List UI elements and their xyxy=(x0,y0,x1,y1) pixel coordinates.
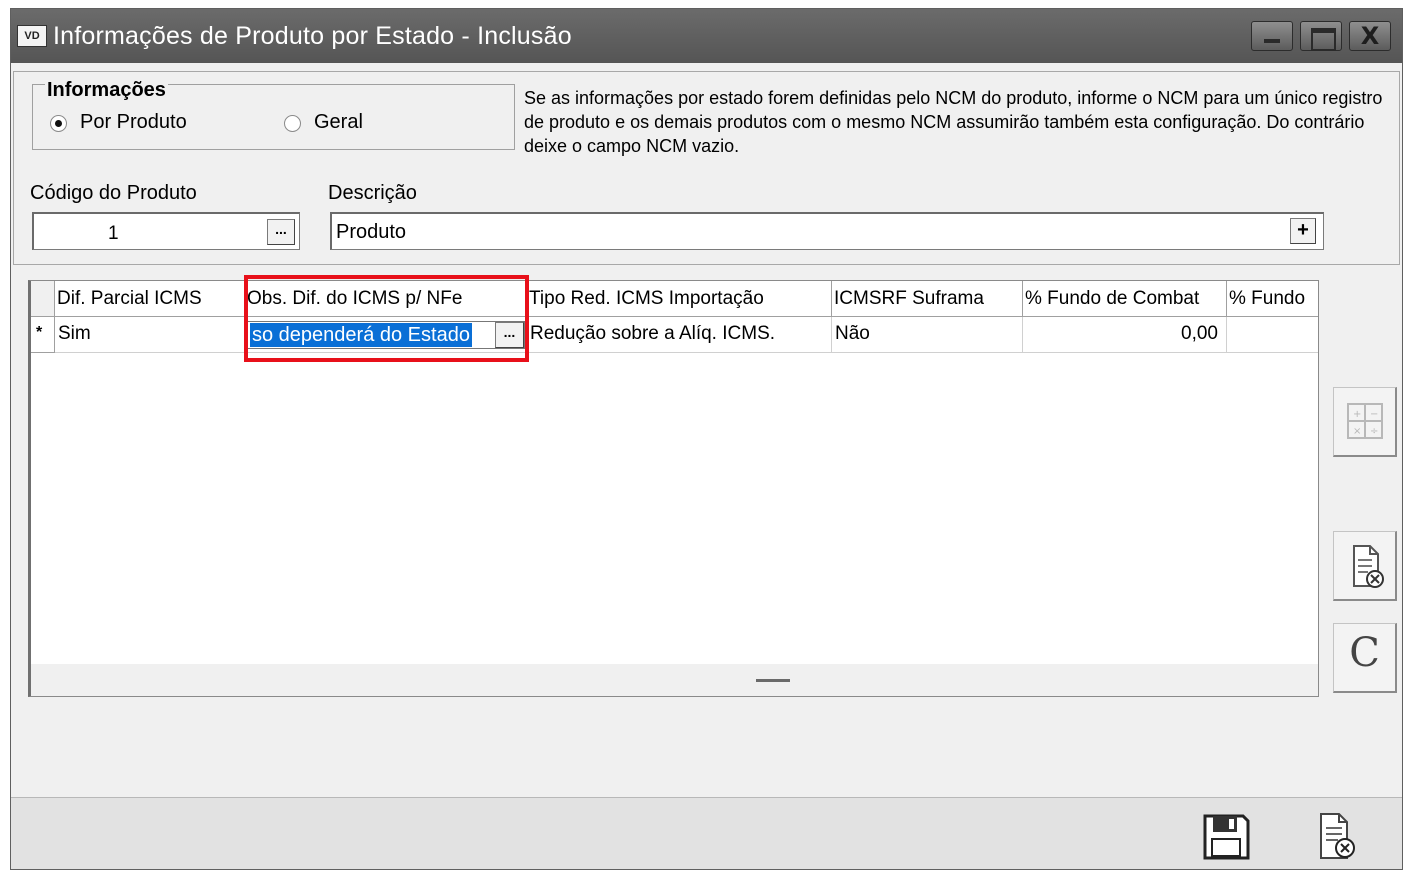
descricao-field[interactable]: Produto + xyxy=(330,212,1324,250)
minimize-button[interactable] xyxy=(1251,21,1293,51)
save-button[interactable] xyxy=(1201,812,1251,862)
maximize-button[interactable] xyxy=(1300,21,1342,51)
cell-suframa[interactable]: Não xyxy=(832,317,1023,353)
close-icon: X xyxy=(1360,22,1380,50)
title-bar[interactable]: VD Informações de Produto por Estado - I… xyxy=(11,9,1402,63)
radio-unchecked-icon xyxy=(284,115,301,132)
obs-dif-lookup-button[interactable]: ... xyxy=(495,322,524,348)
save-icon xyxy=(1203,814,1250,860)
radio-por-produto-label: Por Produto xyxy=(80,111,187,133)
grid-header: Dif. Parcial ICMS Obs. Dif. do ICMS p/ N… xyxy=(31,281,1318,317)
app-icon: VD xyxy=(17,25,47,47)
col-header-fundo[interactable]: % Fundo xyxy=(1227,281,1318,317)
svg-text:+: + xyxy=(1353,409,1361,420)
row-indicator: * xyxy=(31,317,55,353)
codigo-produto-value: 1 xyxy=(108,223,119,244)
scrollbar-thumb[interactable] xyxy=(756,679,790,682)
calculator-icon: + − × ÷ xyxy=(1347,403,1383,439)
top-panel: Informações Por Produto Geral Se as info… xyxy=(13,71,1400,265)
radio-geral-label: Geral xyxy=(314,111,363,133)
ncm-info-note: Se as informações por estado forem defin… xyxy=(524,88,1383,156)
svg-text:×: × xyxy=(1353,426,1361,437)
window-title: Informações de Produto por Estado - Incl… xyxy=(53,22,572,50)
radio-por-produto[interactable]: Por Produto xyxy=(50,111,230,135)
col-header-suframa[interactable]: ICMSRF Suframa xyxy=(832,281,1023,317)
bottom-toolbar xyxy=(11,797,1402,869)
col-header-dif-parcial[interactable]: Dif. Parcial ICMS xyxy=(55,281,245,317)
svg-text:−: − xyxy=(1370,409,1378,420)
obs-dif-editor[interactable]: so dependerá do Estado ... xyxy=(247,321,525,349)
informacoes-legend: Informações xyxy=(45,79,168,102)
row-indicator-header xyxy=(31,281,55,317)
radio-geral[interactable]: Geral xyxy=(284,111,394,135)
dialog-window: VD Informações de Produto por Estado - I… xyxy=(10,8,1403,870)
codigo-produto-field[interactable]: 1 ... xyxy=(32,212,300,250)
col-header-fundo-combate[interactable]: % Fundo de Combat xyxy=(1023,281,1227,317)
calculator-button[interactable]: + − × ÷ xyxy=(1333,387,1397,457)
cell-tipo-red[interactable]: Redução sobre a Alíq. ICMS. xyxy=(527,317,832,353)
close-button[interactable]: X xyxy=(1349,21,1391,51)
codigo-produto-label: Código do Produto xyxy=(30,182,197,204)
svg-text:÷: ÷ xyxy=(1370,426,1378,437)
cancel-button[interactable] xyxy=(1311,810,1363,864)
descricao-plus-button[interactable]: + xyxy=(1290,218,1316,244)
delete-row-button[interactable] xyxy=(1333,531,1397,601)
table-row[interactable]: * Sim Redução sobre a Alíq. ICMS. Não 0,… xyxy=(31,317,1318,353)
descricao-value: Produto xyxy=(336,221,407,243)
grid-horizontal-scrollbar[interactable] xyxy=(31,664,1318,696)
cell-fundo-combate[interactable]: 0,00 xyxy=(1023,317,1227,353)
descricao-label: Descrição xyxy=(328,182,417,204)
col-header-obs-dif[interactable]: Obs. Dif. do ICMS p/ NFe xyxy=(245,281,527,317)
col-header-tipo-red[interactable]: Tipo Red. ICMS Importação xyxy=(527,281,832,317)
cell-dif-parcial[interactable]: Sim xyxy=(55,317,245,353)
clear-button-label: C xyxy=(1349,630,1380,676)
cell-fundo[interactable] xyxy=(1227,317,1318,353)
clear-button[interactable]: C xyxy=(1333,623,1397,693)
document-delete-icon xyxy=(1353,545,1384,588)
document-cancel-icon xyxy=(1320,813,1355,859)
codigo-lookup-button[interactable]: ... xyxy=(267,219,295,245)
informacoes-group: Informações Por Produto Geral xyxy=(32,79,515,150)
obs-dif-selected-text[interactable]: so dependerá do Estado xyxy=(250,323,472,347)
estado-grid[interactable]: Dif. Parcial ICMS Obs. Dif. do ICMS p/ N… xyxy=(28,280,1319,697)
radio-checked-icon xyxy=(50,115,67,132)
